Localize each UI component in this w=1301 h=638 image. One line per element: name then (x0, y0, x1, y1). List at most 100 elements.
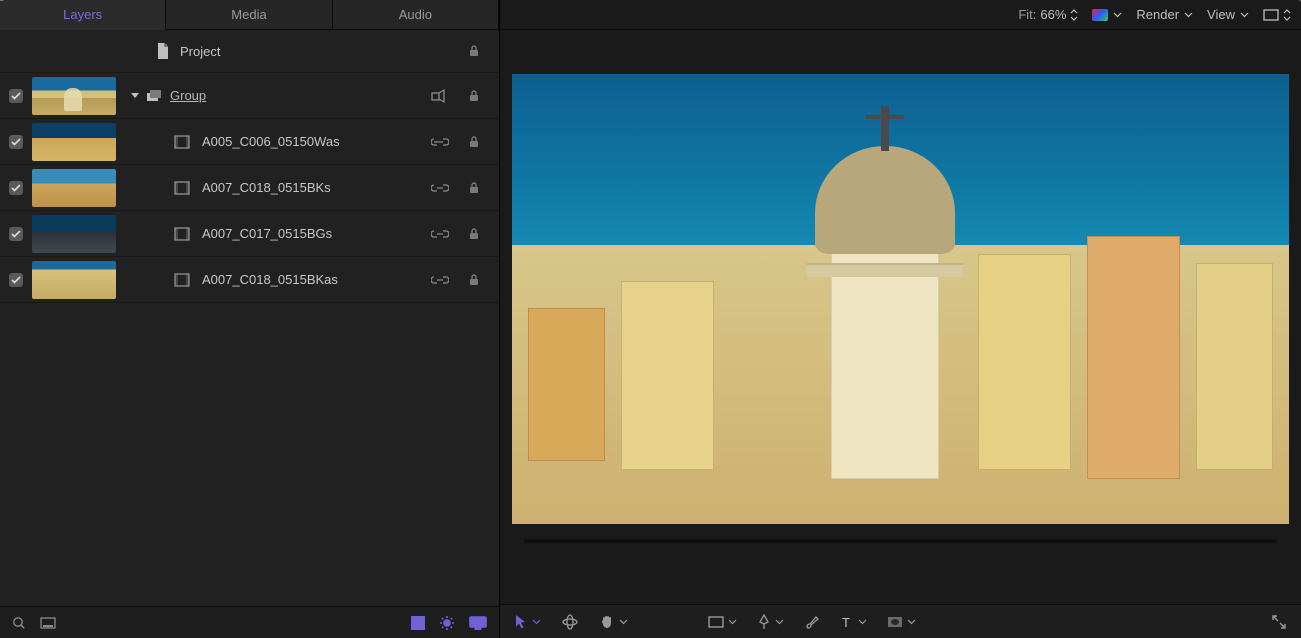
zoom-value: 66% (1040, 7, 1066, 22)
project-row[interactable]: Project (0, 30, 499, 73)
chevron-down-icon (1184, 12, 1193, 18)
visibility-checkbox[interactable] (0, 89, 32, 103)
layer-row[interactable]: A007_C018_0515BKas (0, 257, 499, 303)
view-menu[interactable]: View (1207, 7, 1249, 22)
tab-layers[interactable]: Layers (0, 0, 166, 30)
layer-label: A007_C018_0515BKas (202, 272, 338, 287)
chevron-down-icon (775, 619, 784, 625)
text-tool[interactable]: T (840, 615, 867, 629)
fit-label: Fit: (1018, 7, 1036, 22)
expand-icon (1271, 614, 1287, 630)
stepper-icon (1070, 9, 1078, 21)
group-label: Group (170, 88, 206, 103)
canvas-toolbar: T (500, 604, 1301, 638)
tab-audio[interactable]: Audio (333, 0, 499, 30)
chevron-down-icon (858, 619, 867, 625)
layer-row[interactable]: A005_C006_05150Was (0, 119, 499, 165)
link-icon[interactable] (431, 183, 449, 193)
visibility-checkbox[interactable] (0, 181, 32, 195)
brush-icon (804, 614, 820, 630)
render-label: Render (1136, 7, 1179, 22)
canvas[interactable] (512, 74, 1289, 524)
viewer-toolbar: Fit: 66% Render View (500, 0, 1301, 30)
layer-row[interactable]: A007_C017_0515BGs (0, 211, 499, 257)
tab-layers-label: Layers (63, 7, 102, 22)
video-clip-icon (174, 135, 190, 149)
layers-list: Group A005_C006_05150Was (0, 73, 499, 606)
mask-tool[interactable] (887, 616, 916, 628)
lock-icon[interactable] (467, 44, 481, 58)
screen-icon[interactable] (469, 616, 487, 630)
render-menu[interactable]: Render (1136, 7, 1193, 22)
chevron-down-icon (907, 619, 916, 625)
layout-menu[interactable] (1263, 9, 1291, 21)
lock-icon[interactable] (467, 135, 481, 149)
hand-icon (599, 614, 615, 630)
frame-view-icon[interactable] (40, 617, 56, 629)
gear-icon[interactable] (439, 615, 455, 631)
play-range-bar[interactable] (500, 524, 1301, 558)
tab-media-label: Media (231, 7, 266, 22)
chevron-down-icon (532, 619, 541, 625)
lock-icon[interactable] (467, 89, 481, 103)
project-label: Project (180, 44, 220, 59)
play-range-in-icon[interactable] (0, 0, 5, 12)
search-icon[interactable] (12, 616, 26, 630)
zoom-control[interactable]: Fit: 66% (1018, 7, 1078, 22)
pan-tool[interactable] (599, 614, 628, 630)
layer-label: A007_C018_0515BKs (202, 180, 331, 195)
layer-thumbnail (32, 261, 116, 299)
layers-footer (0, 606, 499, 638)
pen-tool[interactable] (757, 614, 784, 630)
panel-tabs: Layers Media Audio (0, 0, 499, 30)
link-icon[interactable] (431, 229, 449, 239)
layout-icon (1263, 9, 1279, 21)
layers-panel: Layers Media Audio Project (0, 0, 500, 638)
tab-audio-label: Audio (399, 7, 432, 22)
pointer-icon (514, 614, 528, 630)
viewer-panel: Fit: 66% Render View (500, 0, 1301, 638)
group-stack-icon (146, 89, 162, 103)
3d-transform-tool[interactable] (561, 614, 579, 630)
svg-text:T: T (842, 615, 850, 629)
lock-icon[interactable] (467, 181, 481, 195)
group-thumbnail (32, 77, 116, 115)
orbit-icon (561, 614, 579, 630)
disclosure-triangle-icon[interactable] (130, 91, 140, 101)
link-icon[interactable] (431, 275, 449, 285)
play-range-out-icon[interactable] (1296, 0, 1301, 12)
link-icon[interactable] (431, 137, 449, 147)
checkerboard-icon[interactable] (411, 616, 425, 630)
layer-thumbnail (32, 123, 116, 161)
layer-thumbnail (32, 169, 116, 207)
text-icon: T (840, 615, 854, 629)
group-row[interactable]: Group (0, 73, 499, 119)
chevron-down-icon (728, 619, 737, 625)
shape-tool[interactable] (708, 616, 737, 628)
lock-icon[interactable] (467, 227, 481, 241)
color-channels-menu[interactable] (1092, 9, 1122, 21)
view-label: View (1207, 7, 1235, 22)
lock-icon[interactable] (467, 273, 481, 287)
fullscreen-button[interactable] (1271, 614, 1287, 630)
tab-media[interactable]: Media (166, 0, 332, 30)
visibility-checkbox[interactable] (0, 135, 32, 149)
canvas-area (500, 30, 1301, 604)
rectangle-icon (708, 616, 724, 628)
select-tool[interactable] (514, 614, 541, 630)
video-clip-icon (174, 227, 190, 241)
visibility-checkbox[interactable] (0, 273, 32, 287)
visibility-checkbox[interactable] (0, 227, 32, 241)
layer-label: A007_C017_0515BGs (202, 226, 332, 241)
isolate-icon[interactable] (431, 89, 449, 103)
paint-stroke-tool[interactable] (804, 614, 820, 630)
video-clip-icon (174, 181, 190, 195)
layer-label: A005_C006_05150Was (202, 134, 340, 149)
layer-row[interactable]: A007_C018_0515BKs (0, 165, 499, 211)
project-icon (156, 43, 170, 59)
pen-icon (757, 614, 771, 630)
video-clip-icon (174, 273, 190, 287)
mask-icon (887, 616, 903, 628)
chevron-down-icon (619, 619, 628, 625)
chevron-down-icon (1240, 12, 1249, 18)
